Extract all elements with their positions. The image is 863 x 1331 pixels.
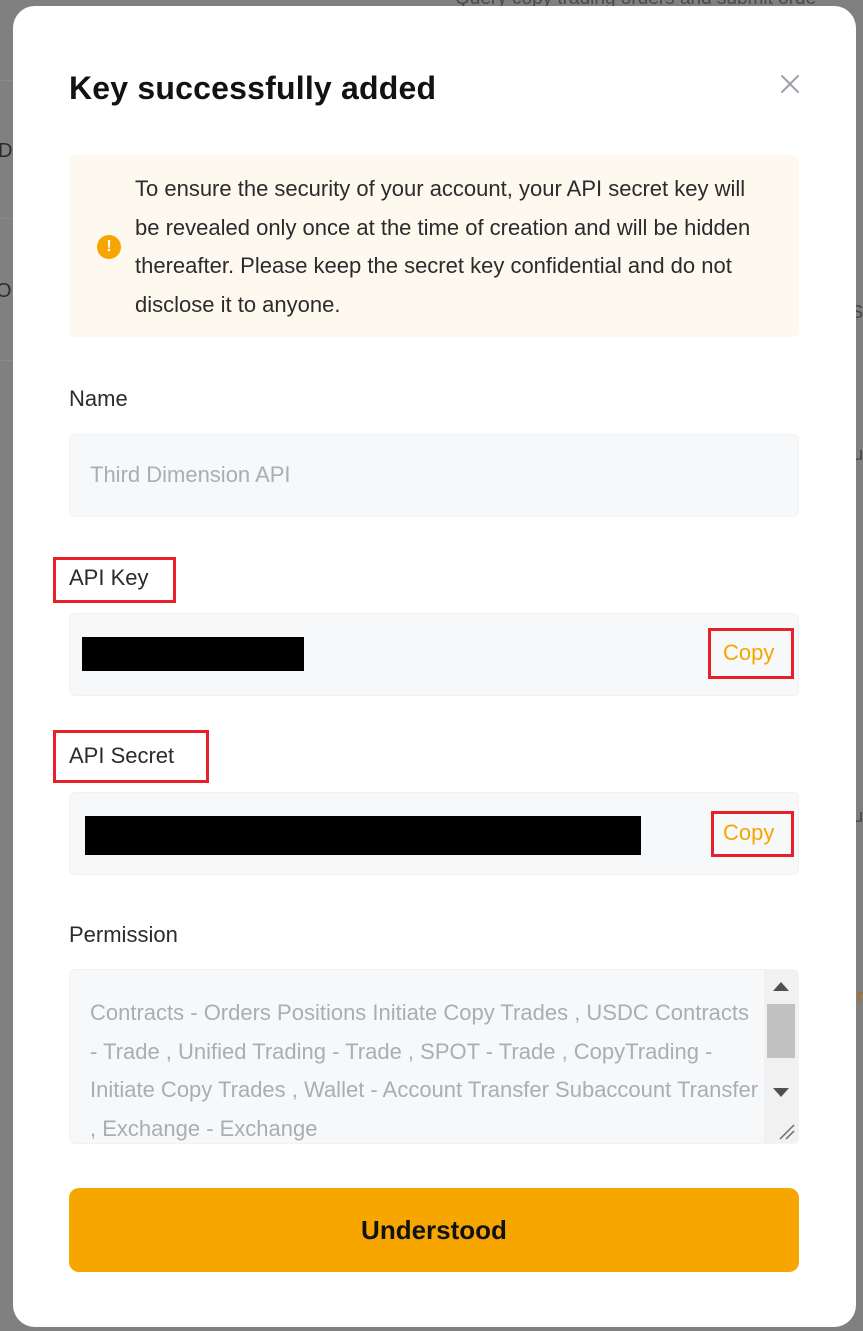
api-key-redacted-value [82,637,304,671]
background-letter: D [0,140,13,162]
permission-value: Contracts - Orders Positions Initiate Co… [90,1000,759,1141]
permission-scrollbar[interactable] [764,970,798,1110]
background-letter: r [857,986,863,1006]
background-letter: O [0,280,12,302]
api-secret-redacted-value [85,816,641,855]
close-icon[interactable] [778,72,802,96]
api-secret-field: Copy [69,792,799,875]
permission-textarea[interactable]: Contracts - Orders Positions Initiate Co… [69,969,799,1144]
api-secret-label: API Secret [69,743,175,768]
warning-icon: ! [97,235,121,259]
notice-text: To ensure the security of your account, … [135,176,751,317]
api-key-copy-button[interactable]: Copy [723,640,774,666]
key-added-dialog: Key successfully added ! To ensure the s… [13,6,856,1327]
resize-grip-icon[interactable] [764,1109,798,1143]
api-key-field: Copy [69,613,799,696]
scroll-down-arrow-icon[interactable] [773,1088,789,1097]
understood-button[interactable]: Understood [69,1188,799,1272]
api-secret-copy-button[interactable]: Copy [723,820,774,846]
name-value: Third Dimension API [90,462,291,487]
api-key-label: API Key [69,565,149,590]
scroll-thumb[interactable] [767,1004,795,1058]
name-field: Third Dimension API [69,434,799,517]
dialog-title: Key successfully added [69,70,437,106]
name-label: Name [69,386,128,411]
scroll-up-arrow-icon[interactable] [773,982,789,991]
permission-label: Permission [69,922,178,947]
security-notice: ! To ensure the security of your account… [69,155,799,337]
